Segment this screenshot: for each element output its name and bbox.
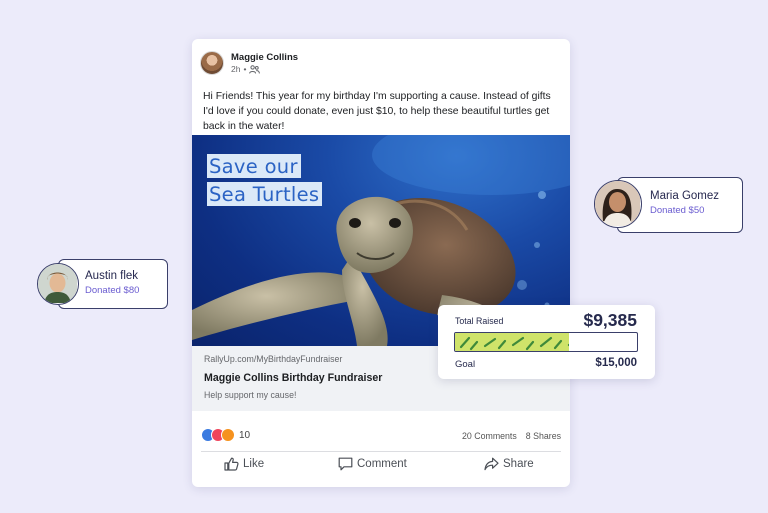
image-headline-line1: Save our [207,154,301,178]
progress-bar-fill [455,333,569,351]
link-description: Help support my cause! [204,390,297,400]
share-button[interactable]: Share [484,457,534,471]
progress-stripes [459,336,569,351]
link-title: Maggie Collins Birthday Fundraiser [204,372,383,384]
goal-label: Goal [455,359,476,370]
image-headline-line2: Sea Turtles [207,182,323,206]
like-label: Like [243,458,265,470]
reaction-count: 10 [239,429,251,441]
comment-icon [338,457,353,471]
engagement-counts: 20 Comments 8 Shares [462,431,561,441]
post-time[interactable]: 2h [231,64,240,75]
post-header: Maggie Collins 2h • [200,49,298,77]
goal-amount: $15,000 [595,357,637,369]
comments-count[interactable]: 20 Comments [462,431,517,441]
care-reaction-icon [221,428,235,442]
author-name[interactable]: Maggie Collins [231,52,298,64]
comment-button[interactable]: Comment [338,457,407,471]
fundraiser-progress-card: Total Raised $9,385 Goal $15,000 [438,305,655,379]
fundraiser-post: Maggie Collins 2h • Hi Friends! This yea… [192,39,570,487]
share-label: Share [503,458,534,470]
total-raised-amount: $9,385 [583,310,637,330]
reactions-summary[interactable]: 10 [201,428,250,442]
donor-avatar-maria [594,180,642,228]
like-icon [224,457,239,471]
progress-bar [454,332,638,352]
donor-avatar-austin [37,263,79,305]
meta-separator: • [243,63,247,74]
total-raised-label: Total Raised [455,316,504,326]
donor-amount: Donated $80 [85,285,140,296]
donor-amount: Donated $50 [650,205,705,216]
author-avatar[interactable] [200,51,224,75]
link-url: RallyUp.com/MyBirthdayFundraiser [204,354,343,364]
donor-name: Maria Gomez [650,190,720,202]
post-actions: Like Comment Share [192,457,570,479]
audience-friends-icon[interactable] [249,64,261,74]
actions-divider [201,451,561,452]
share-icon [484,457,499,471]
post-meta: 2h • [231,64,298,75]
like-button[interactable]: Like [224,457,264,471]
post-body: Hi Friends! This year for my birthday I'… [203,91,551,132]
donor-name: Austin flek [85,270,139,282]
comment-label: Comment [357,458,407,470]
shares-count[interactable]: 8 Shares [526,431,561,441]
